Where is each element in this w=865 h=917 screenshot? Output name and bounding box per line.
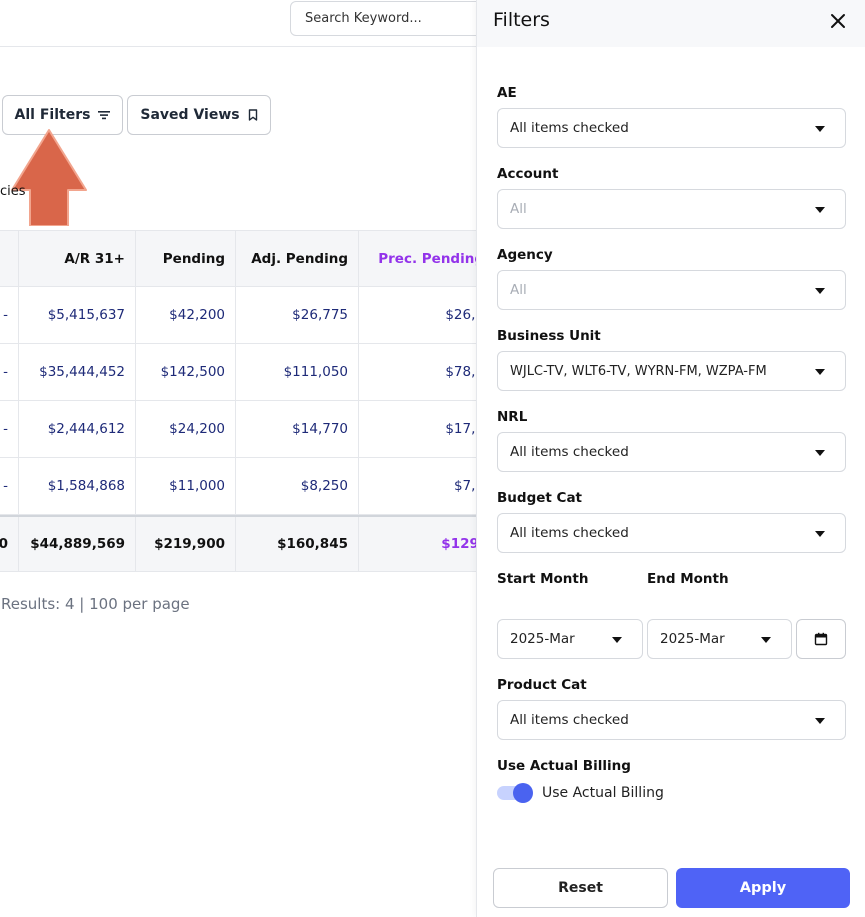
budget-cat-select[interactable]: All items checked [497,513,846,553]
table-cell[interactable]: $7,9 [358,458,488,514]
column-header-ar-31[interactable]: A/R 31+ [18,231,135,286]
caret-down-icon [612,637,622,643]
up-arrow-icon [11,129,87,226]
table-cell[interactable]: $35,444,452 [18,344,135,400]
table-cell: - [3,478,8,494]
table-row: - $2,444,612 $24,200 $14,770 $17,0 [0,401,484,458]
table-total-row: 0 $44,889,569 $219,900 $160,845 $129, [0,515,484,572]
agency-select[interactable]: All [497,270,846,310]
total-cell: $219,900 [135,517,235,571]
table-header-row: A/R 31+ Pending Adj. Pending Prec. Pendi… [0,230,484,287]
nrl-select[interactable]: All items checked [497,432,846,472]
table-row: - $5,415,637 $42,200 $26,775 $26,2 [0,287,484,344]
start-month-value: 2025-Mar [510,631,575,647]
table-cell[interactable]: $8,250 [235,458,358,514]
product-cat-select[interactable]: All items checked [497,700,846,740]
table-cell[interactable]: $111,050 [235,344,358,400]
filters-panel-header: Filters [477,0,865,47]
table-cell[interactable]: $26,775 [235,287,358,343]
start-month-label: Start Month [497,571,589,587]
table-cell: - [3,421,8,437]
column-header-adj-pending[interactable]: Adj. Pending [235,231,358,286]
nrl-value: All items checked [510,444,629,460]
account-select[interactable]: All [497,189,846,229]
ae-label: AE [497,85,517,101]
agency-value: All [510,282,527,298]
table-cell[interactable]: $24,200 [135,401,235,457]
column-header-prec-pending[interactable]: Prec. Pending [358,231,488,286]
bookmark-icon [248,109,257,121]
budget-cat-value: All items checked [510,525,629,541]
table-cell: - [3,307,8,323]
caret-down-icon [815,718,825,724]
business-unit-select[interactable]: WJLC-TV, WLT6-TV, WYRN-FM, WZPA-FM [497,351,846,391]
account-value: All [510,201,527,217]
filter-lines-icon [98,111,111,120]
use-actual-billing-toggle[interactable] [497,783,533,803]
saved-views-button[interactable]: Saved Views [127,95,271,135]
partial-section-label: cies [0,184,26,199]
account-label: Account [497,166,559,182]
filters-title: Filters [493,8,550,31]
product-cat-label: Product Cat [497,677,587,693]
end-month-label: End Month [647,571,729,587]
table-row: - $35,444,452 $142,500 $111,050 $78,3 [0,344,484,401]
caret-down-icon [815,369,825,375]
table-cell: - [3,364,8,380]
total-cell: 0 [0,536,8,552]
total-cell: $129, [358,517,488,571]
all-filters-label: All Filters [14,107,91,123]
agency-label: Agency [497,247,553,263]
calendar-button[interactable] [796,619,846,659]
table-cell[interactable]: $2,444,612 [18,401,135,457]
table-cell[interactable]: $11,000 [135,458,235,514]
table-cell[interactable]: $78,3 [358,344,488,400]
table-cell[interactable]: $14,770 [235,401,358,457]
budget-cat-label: Budget Cat [497,490,583,506]
results-summary: Results: 4 | 100 per page [1,595,190,613]
total-cell: $160,845 [235,517,358,571]
column-header-pending[interactable]: Pending [135,231,235,286]
business-unit-label: Business Unit [497,328,601,344]
table-cell[interactable]: $26,2 [358,287,488,343]
caret-down-icon [815,126,825,132]
end-month-select[interactable]: 2025-Mar [647,619,792,659]
table-cell[interactable]: $1,584,868 [18,458,135,514]
caret-down-icon [815,450,825,456]
filters-panel: Filters AE All items checked Account All… [476,0,865,917]
use-actual-billing-toggle-label[interactable]: Use Actual Billing [542,785,664,801]
calendar-icon [814,632,828,646]
caret-down-icon [761,637,771,643]
header-divider [0,46,480,47]
reset-button[interactable]: Reset [493,868,668,908]
ae-value: All items checked [510,120,629,136]
ae-select[interactable]: All items checked [497,108,846,148]
toggle-knob [513,783,533,803]
table-row: - $1,584,868 $11,000 $8,250 $7,9 [0,458,484,515]
use-actual-billing-label: Use Actual Billing [497,758,631,774]
search-box[interactable] [290,1,490,36]
table-cell[interactable]: $17,0 [358,401,488,457]
apply-button[interactable]: Apply [676,868,850,908]
table-cell[interactable]: $142,500 [135,344,235,400]
close-icon[interactable] [829,12,847,30]
column-header[interactable] [0,231,18,286]
search-input[interactable] [291,2,489,35]
saved-views-label: Saved Views [140,107,240,123]
caret-down-icon [815,207,825,213]
caret-down-icon [815,288,825,294]
business-unit-value: WJLC-TV, WLT6-TV, WYRN-FM, WZPA-FM [510,363,767,379]
start-month-select[interactable]: 2025-Mar [497,619,643,659]
caret-down-icon [815,531,825,537]
ar-table: A/R 31+ Pending Adj. Pending Prec. Pendi… [0,230,484,572]
end-month-value: 2025-Mar [660,631,725,647]
nrl-label: NRL [497,409,528,425]
total-cell: $44,889,569 [18,517,135,571]
product-cat-value: All items checked [510,712,629,728]
table-cell[interactable]: $5,415,637 [18,287,135,343]
table-cell[interactable]: $42,200 [135,287,235,343]
